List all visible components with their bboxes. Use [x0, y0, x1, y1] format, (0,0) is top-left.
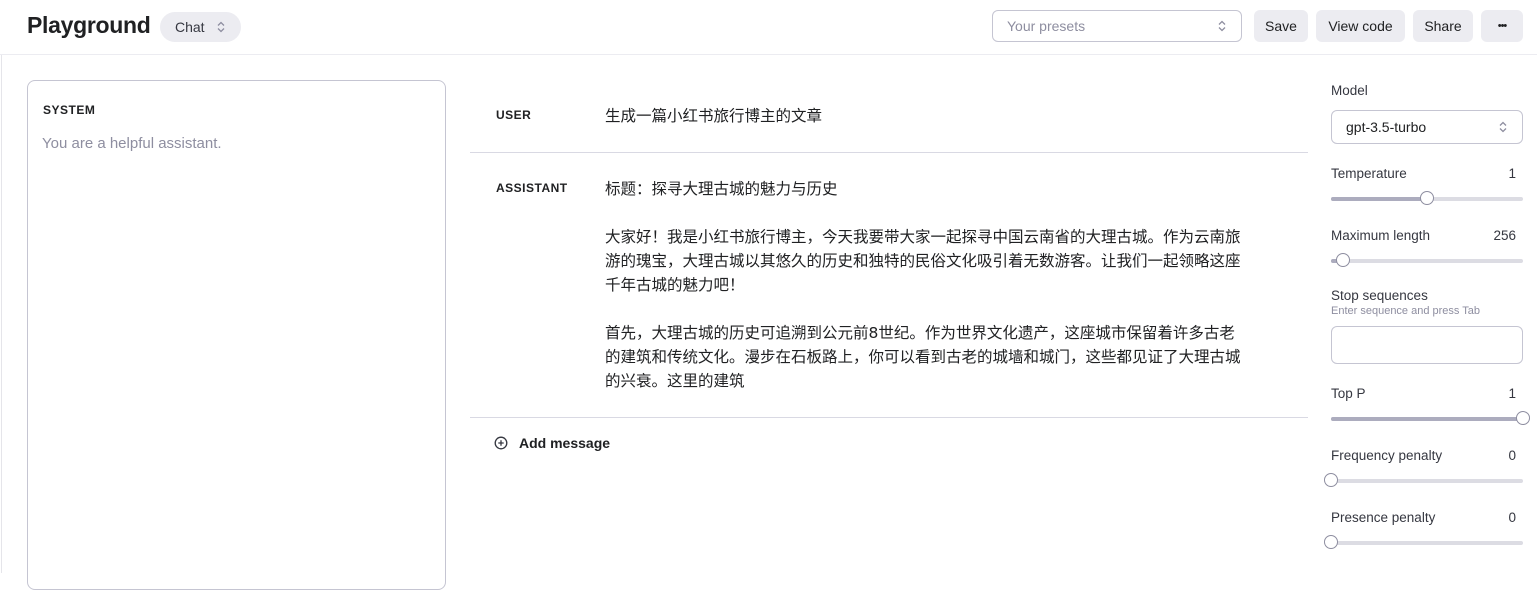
more-options-button[interactable]: ••• [1481, 10, 1523, 42]
stop-sequences-hint: Enter sequence and press Tab [1331, 305, 1481, 317]
add-message-button[interactable]: Add message [494, 435, 610, 451]
presence-penalty-label: Presence penalty [1331, 510, 1436, 525]
plus-circle-icon [494, 436, 508, 450]
view-code-button[interactable]: View code [1316, 10, 1405, 42]
presets-select[interactable]: Your presets [992, 10, 1242, 42]
model-select[interactable]: gpt-3.5-turbo [1331, 110, 1523, 144]
chevron-updown-icon [217, 21, 225, 33]
message-content-assistant[interactable]: 标题：探寻大理古城的魅力与历史 大家好！我是小红书旅行博主，今天我要带大家一起探… [605, 177, 1250, 417]
stop-sequences-label: Stop sequences [1331, 288, 1428, 303]
message-paragraph: 标题：探寻大理古城的魅力与历史 [605, 180, 838, 198]
header-bar: Playground Chat Your presets Save View c… [0, 0, 1537, 55]
frequency-penalty-label: Frequency penalty [1331, 448, 1443, 463]
slider-thumb[interactable] [1516, 411, 1530, 425]
slider-thumb[interactable] [1324, 535, 1338, 549]
add-message-label: Add message [519, 435, 611, 451]
max-length-slider[interactable] [1331, 253, 1523, 267]
message-paragraph: 大家好！我是小红书旅行博主，今天我要带大家一起探寻中国云南省的大理古城。作为云南… [605, 228, 1241, 294]
stop-sequences-input[interactable] [1331, 326, 1523, 364]
chevron-updown-icon [1218, 20, 1226, 32]
presence-penalty-value[interactable]: 0 [1508, 510, 1516, 525]
presence-penalty-slider[interactable] [1324, 535, 1523, 549]
max-length-label: Maximum length [1331, 228, 1431, 243]
left-border [1, 55, 2, 573]
share-button[interactable]: Share [1413, 10, 1473, 42]
top-p-value[interactable]: 1 [1508, 386, 1516, 401]
mode-select[interactable]: Chat [160, 12, 241, 42]
system-panel[interactable]: SYSTEM You are a helpful assistant. [27, 80, 446, 590]
message-paragraph: 生成一篇小红书旅行博主的文章 [605, 107, 823, 125]
message-role-assistant[interactable]: ASSISTANT [496, 181, 568, 195]
slider-fill [1331, 417, 1523, 421]
page-title: Playground [27, 12, 151, 38]
model-value: gpt-3.5-turbo [1346, 119, 1427, 135]
system-input[interactable]: You are a helpful assistant. [42, 135, 222, 152]
chevron-updown-icon [1499, 121, 1507, 133]
message-role-user[interactable]: USER [496, 108, 531, 122]
frequency-penalty-slider[interactable] [1324, 473, 1523, 487]
system-label: SYSTEM [43, 103, 96, 117]
message-paragraph: 首先，大理古城的历史可追溯到公元前8世纪。作为世界文化遗产，这座城市保留着许多古… [605, 324, 1241, 390]
slider-thumb[interactable] [1420, 191, 1434, 205]
slider-fill [1331, 197, 1427, 201]
max-length-value[interactable]: 256 [1493, 228, 1516, 243]
model-label: Model [1331, 83, 1368, 98]
message-divider [470, 417, 1308, 418]
top-p-label: Top P [1331, 386, 1366, 401]
top-p-slider[interactable] [1331, 411, 1530, 425]
message-content-user[interactable]: 生成一篇小红书旅行博主的文章 [605, 104, 1250, 152]
temperature-slider[interactable] [1331, 191, 1523, 205]
presets-placeholder: Your presets [1007, 18, 1086, 34]
mode-select-label: Chat [175, 19, 205, 35]
slider-thumb[interactable] [1335, 253, 1350, 267]
frequency-penalty-value[interactable]: 0 [1508, 448, 1516, 463]
message-divider [470, 152, 1308, 153]
temperature-label: Temperature [1331, 166, 1407, 181]
save-button[interactable]: Save [1254, 10, 1308, 42]
slider-thumb[interactable] [1324, 473, 1338, 487]
temperature-value[interactable]: 1 [1508, 166, 1516, 181]
